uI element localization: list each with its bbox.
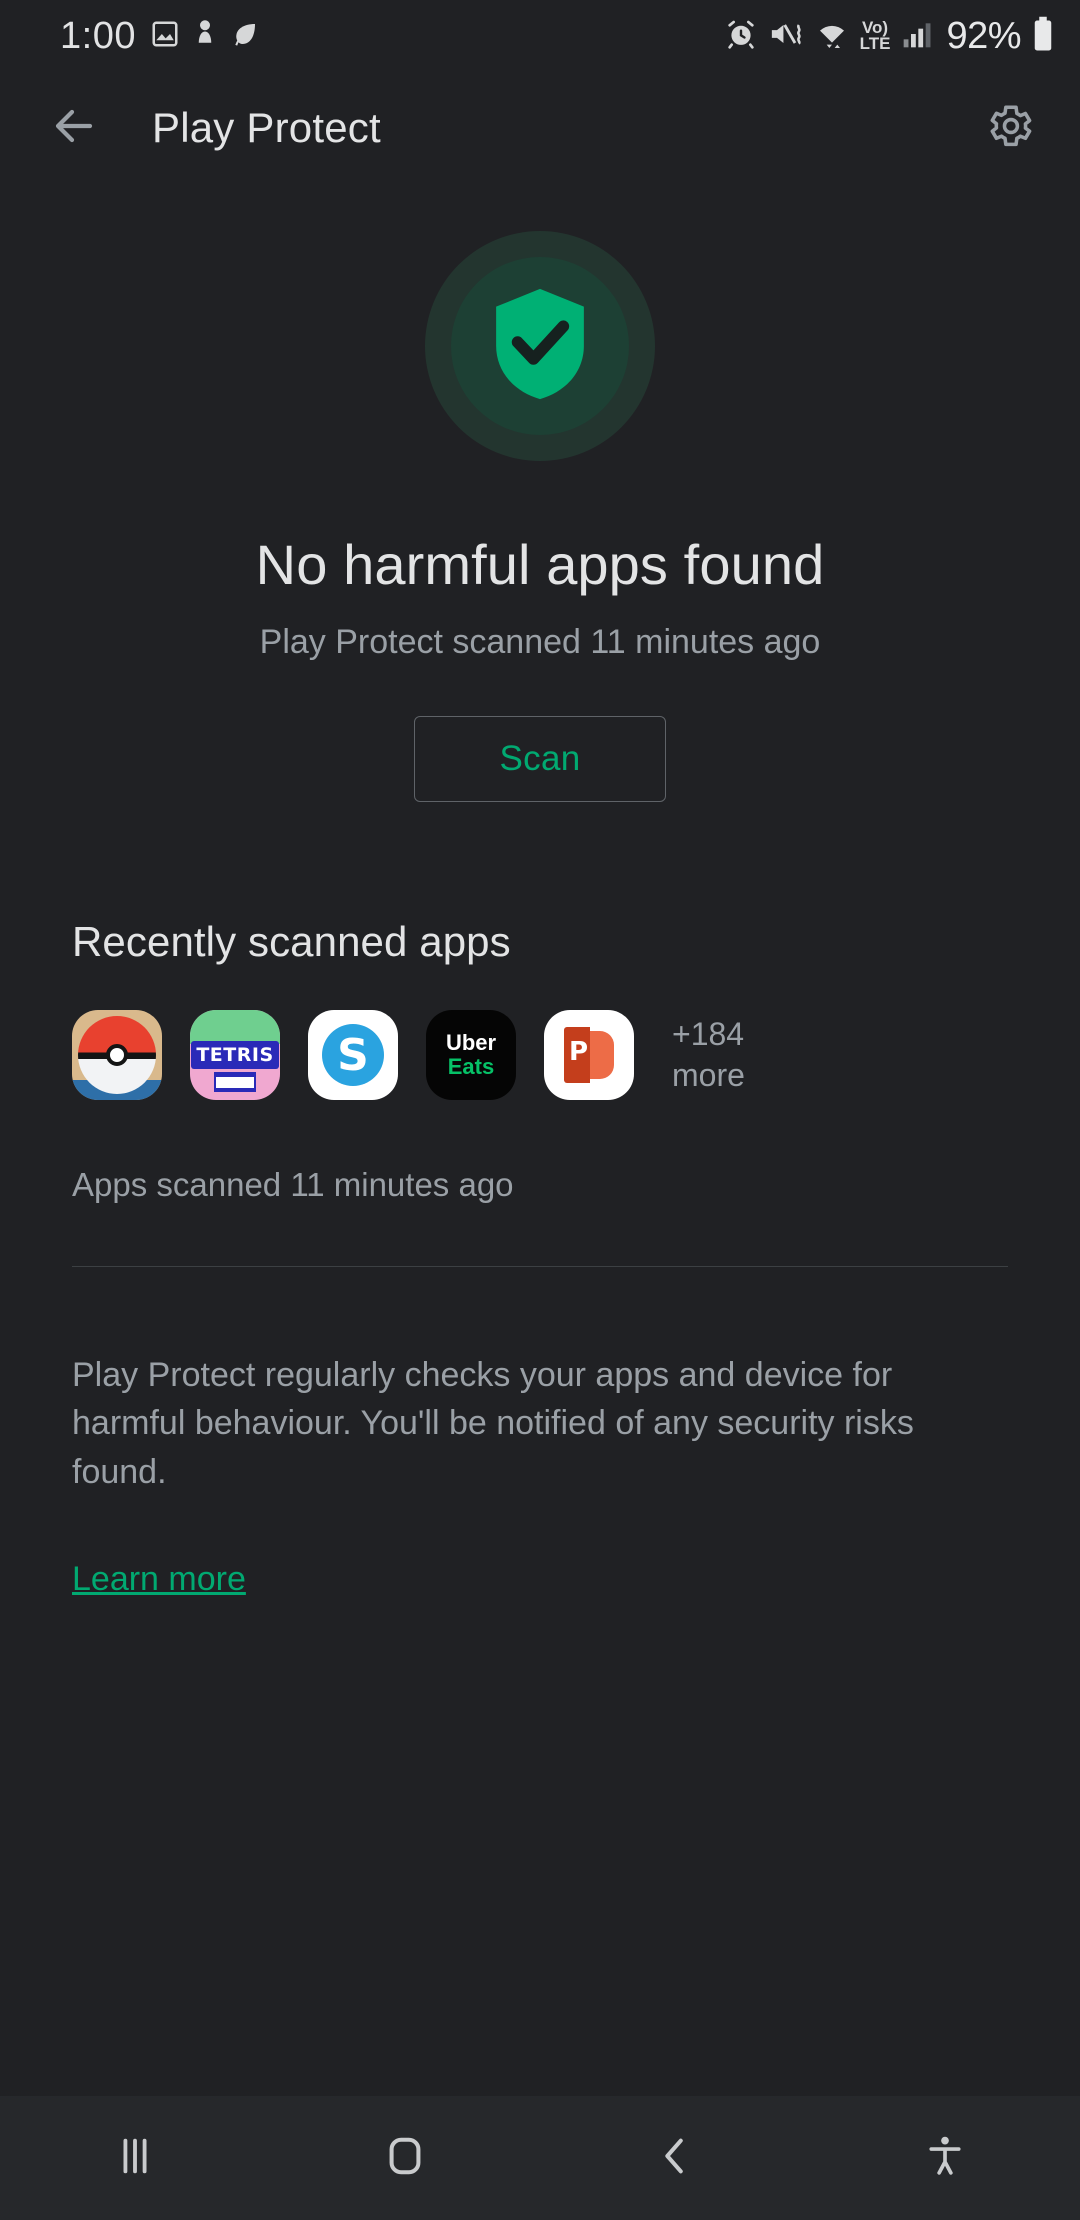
- volte-icon: Vo) LTE: [859, 18, 891, 53]
- arrow-back-icon: [50, 102, 98, 155]
- accessibility-button[interactable]: [810, 2096, 1080, 2220]
- battery-icon: [1032, 16, 1054, 57]
- section-divider: [72, 1266, 1008, 1267]
- more-apps-count: +184: [672, 1016, 745, 1053]
- recents-button[interactable]: [0, 2096, 270, 2220]
- gear-icon: [985, 101, 1035, 156]
- back-icon: [652, 2133, 698, 2184]
- app-bar: Play Protect: [0, 72, 1080, 184]
- play-protect-screen: 1:00 Vo) LTE 92% Play Protect No harmful…: [0, 0, 1080, 2220]
- scan-status-hero: No harmful apps found Play Protect scann…: [0, 184, 1080, 802]
- home-icon: [382, 2133, 428, 2184]
- app-icon-pokemon-go[interactable]: [72, 1010, 162, 1100]
- more-apps-label[interactable]: +184 more: [672, 1014, 745, 1096]
- mute-vibrate-icon: [768, 18, 804, 55]
- image-icon: [150, 19, 180, 54]
- status-bar-right: Vo) LTE 92%: [725, 15, 1054, 58]
- app-icon-skype[interactable]: S: [308, 1010, 398, 1100]
- back-button[interactable]: [38, 92, 110, 164]
- system-nav-bar: [0, 2096, 1080, 2220]
- page-title: Play Protect: [152, 104, 381, 151]
- person-icon: [194, 19, 216, 54]
- scan-status-subtitle: Play Protect scanned 11 minutes ago: [259, 623, 821, 661]
- status-bar: 1:00 Vo) LTE 92%: [0, 0, 1080, 72]
- recently-scanned-section: Recently scanned apps TETRIS S Uber Eats…: [0, 802, 1080, 1599]
- apps-scanned-note: Apps scanned 11 minutes ago: [72, 1166, 514, 1203]
- status-bar-clock: 1:00: [60, 14, 136, 57]
- shield-graphic: [425, 231, 655, 461]
- alarm-icon: [725, 18, 757, 55]
- back-nav-button[interactable]: [540, 2096, 810, 2220]
- recently-scanned-apps-row: TETRIS S Uber Eats P +184 more: [72, 1010, 1008, 1100]
- learn-more-link[interactable]: Learn more: [72, 1560, 246, 1599]
- wifi-icon: [815, 18, 849, 55]
- scan-button[interactable]: Scan: [414, 716, 666, 802]
- more-apps-word: more: [672, 1057, 745, 1093]
- scan-status-title: No harmful apps found: [255, 533, 825, 596]
- app-icon-tetris[interactable]: TETRIS: [190, 1010, 280, 1100]
- recents-icon: [112, 2133, 158, 2184]
- settings-button[interactable]: [974, 92, 1046, 164]
- shield-check-icon: [484, 282, 596, 411]
- status-bar-left: 1:00: [60, 15, 260, 58]
- battery-percent-label: 92%: [946, 14, 1021, 57]
- play-protect-description: Play Protect regularly checks your apps …: [72, 1356, 914, 1491]
- app-icon-uber-eats[interactable]: Uber Eats: [426, 1010, 516, 1100]
- app-icon-powerpoint[interactable]: P: [544, 1010, 634, 1100]
- home-button[interactable]: [270, 2096, 540, 2220]
- accessibility-icon: [923, 2134, 967, 2183]
- recently-scanned-title: Recently scanned apps: [72, 918, 511, 965]
- leaf-icon: [230, 19, 260, 54]
- signal-icon: [901, 18, 933, 55]
